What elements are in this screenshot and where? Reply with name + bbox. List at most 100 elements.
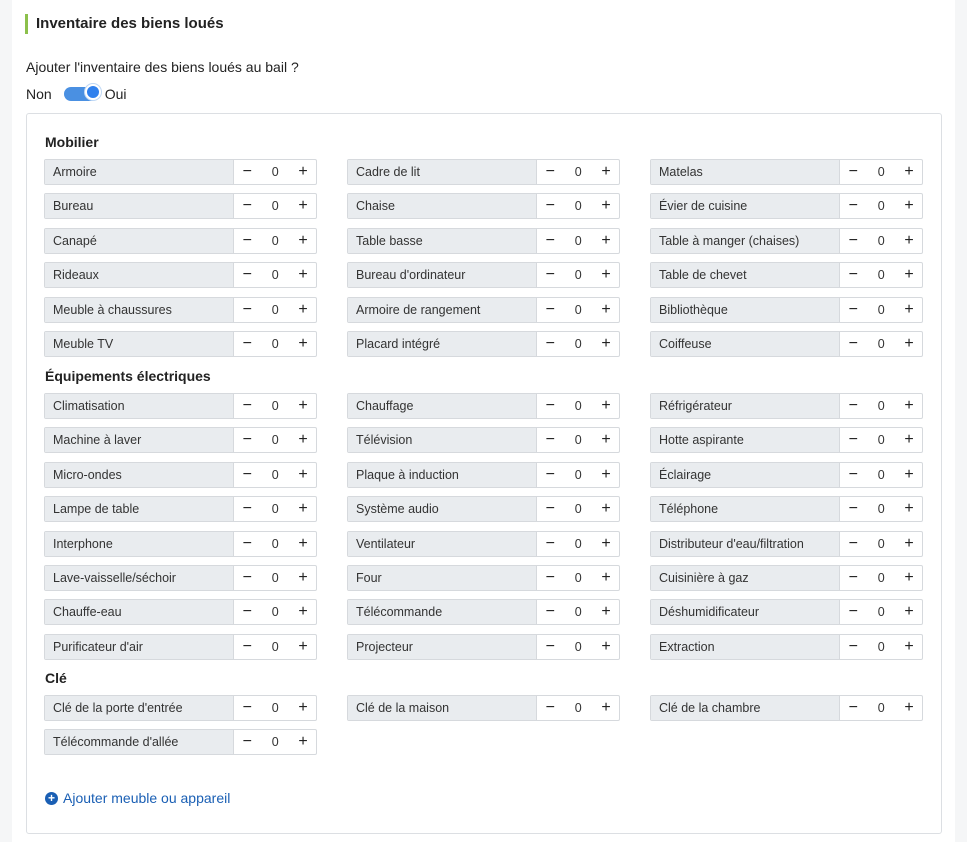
minus-icon[interactable]: − (840, 194, 866, 218)
plus-icon[interactable]: + (290, 263, 316, 287)
quantity-value[interactable]: 0 (866, 394, 896, 418)
plus-icon[interactable]: + (896, 160, 922, 184)
minus-icon[interactable]: − (840, 497, 866, 521)
quantity-value[interactable]: 0 (563, 194, 593, 218)
plus-icon[interactable]: + (290, 428, 316, 452)
quantity-value[interactable]: 0 (260, 463, 290, 487)
plus-icon[interactable]: + (593, 696, 619, 720)
plus-icon[interactable]: + (290, 532, 316, 556)
minus-icon[interactable]: − (234, 263, 260, 287)
minus-icon[interactable]: − (234, 332, 260, 356)
quantity-value[interactable]: 0 (866, 635, 896, 659)
minus-icon[interactable]: − (537, 332, 563, 356)
quantity-value[interactable]: 0 (260, 332, 290, 356)
minus-icon[interactable]: − (537, 160, 563, 184)
minus-icon[interactable]: − (537, 532, 563, 556)
plus-icon[interactable]: + (896, 332, 922, 356)
minus-icon[interactable]: − (840, 696, 866, 720)
plus-icon[interactable]: + (593, 566, 619, 590)
plus-icon[interactable]: + (593, 263, 619, 287)
quantity-value[interactable]: 0 (260, 194, 290, 218)
inventory-toggle[interactable] (63, 84, 101, 101)
plus-icon[interactable]: + (290, 566, 316, 590)
quantity-value[interactable]: 0 (563, 229, 593, 253)
quantity-value[interactable]: 0 (866, 332, 896, 356)
quantity-value[interactable]: 0 (260, 263, 290, 287)
plus-icon[interactable]: + (593, 332, 619, 356)
plus-icon[interactable]: + (290, 298, 316, 322)
minus-icon[interactable]: − (234, 600, 260, 624)
plus-icon[interactable]: + (896, 532, 922, 556)
quantity-value[interactable]: 0 (866, 600, 896, 624)
minus-icon[interactable]: − (537, 566, 563, 590)
minus-icon[interactable]: − (234, 696, 260, 720)
minus-icon[interactable]: − (840, 298, 866, 322)
quantity-value[interactable]: 0 (866, 263, 896, 287)
quantity-value[interactable]: 0 (563, 532, 593, 556)
plus-icon[interactable]: + (593, 463, 619, 487)
plus-icon[interactable]: + (290, 635, 316, 659)
quantity-value[interactable]: 0 (866, 229, 896, 253)
quantity-value[interactable]: 0 (260, 298, 290, 322)
minus-icon[interactable]: − (234, 730, 260, 754)
plus-icon[interactable]: + (896, 194, 922, 218)
plus-icon[interactable]: + (896, 229, 922, 253)
plus-icon[interactable]: + (896, 463, 922, 487)
minus-icon[interactable]: − (537, 497, 563, 521)
minus-icon[interactable]: − (537, 635, 563, 659)
minus-icon[interactable]: − (234, 566, 260, 590)
plus-icon[interactable]: + (593, 394, 619, 418)
plus-icon[interactable]: + (896, 428, 922, 452)
minus-icon[interactable]: − (840, 394, 866, 418)
minus-icon[interactable]: − (234, 532, 260, 556)
plus-icon[interactable]: + (896, 263, 922, 287)
plus-icon[interactable]: + (593, 160, 619, 184)
plus-icon[interactable]: + (896, 497, 922, 521)
plus-icon[interactable]: + (290, 696, 316, 720)
minus-icon[interactable]: − (537, 298, 563, 322)
minus-icon[interactable]: − (234, 394, 260, 418)
minus-icon[interactable]: − (234, 194, 260, 218)
minus-icon[interactable]: − (840, 532, 866, 556)
quantity-value[interactable]: 0 (260, 532, 290, 556)
quantity-value[interactable]: 0 (260, 497, 290, 521)
quantity-value[interactable]: 0 (563, 298, 593, 322)
plus-icon[interactable]: + (593, 532, 619, 556)
minus-icon[interactable]: − (840, 428, 866, 452)
minus-icon[interactable]: − (234, 635, 260, 659)
plus-icon[interactable]: + (593, 635, 619, 659)
quantity-value[interactable]: 0 (866, 566, 896, 590)
minus-icon[interactable]: − (234, 428, 260, 452)
plus-icon[interactable]: + (896, 600, 922, 624)
toggle-knob[interactable] (84, 84, 101, 100)
minus-icon[interactable]: − (537, 696, 563, 720)
plus-icon[interactable]: + (593, 497, 619, 521)
minus-icon[interactable]: − (234, 497, 260, 521)
minus-icon[interactable]: − (537, 229, 563, 253)
quantity-value[interactable]: 0 (866, 463, 896, 487)
minus-icon[interactable]: − (840, 229, 866, 253)
minus-icon[interactable]: − (234, 160, 260, 184)
quantity-value[interactable]: 0 (866, 194, 896, 218)
minus-icon[interactable]: − (840, 463, 866, 487)
minus-icon[interactable]: − (537, 194, 563, 218)
minus-icon[interactable]: − (537, 463, 563, 487)
plus-icon[interactable]: + (290, 600, 316, 624)
plus-icon[interactable]: + (896, 298, 922, 322)
quantity-value[interactable]: 0 (563, 696, 593, 720)
quantity-value[interactable]: 0 (260, 160, 290, 184)
minus-icon[interactable]: − (537, 428, 563, 452)
quantity-value[interactable]: 0 (563, 600, 593, 624)
plus-icon[interactable]: + (896, 635, 922, 659)
minus-icon[interactable]: − (840, 635, 866, 659)
plus-icon[interactable]: + (593, 229, 619, 253)
quantity-value[interactable]: 0 (260, 229, 290, 253)
plus-icon[interactable]: + (290, 194, 316, 218)
quantity-value[interactable]: 0 (866, 696, 896, 720)
quantity-value[interactable]: 0 (563, 635, 593, 659)
plus-icon[interactable]: + (593, 428, 619, 452)
quantity-value[interactable]: 0 (260, 730, 290, 754)
plus-icon[interactable]: + (593, 600, 619, 624)
minus-icon[interactable]: − (840, 263, 866, 287)
quantity-value[interactable]: 0 (866, 428, 896, 452)
